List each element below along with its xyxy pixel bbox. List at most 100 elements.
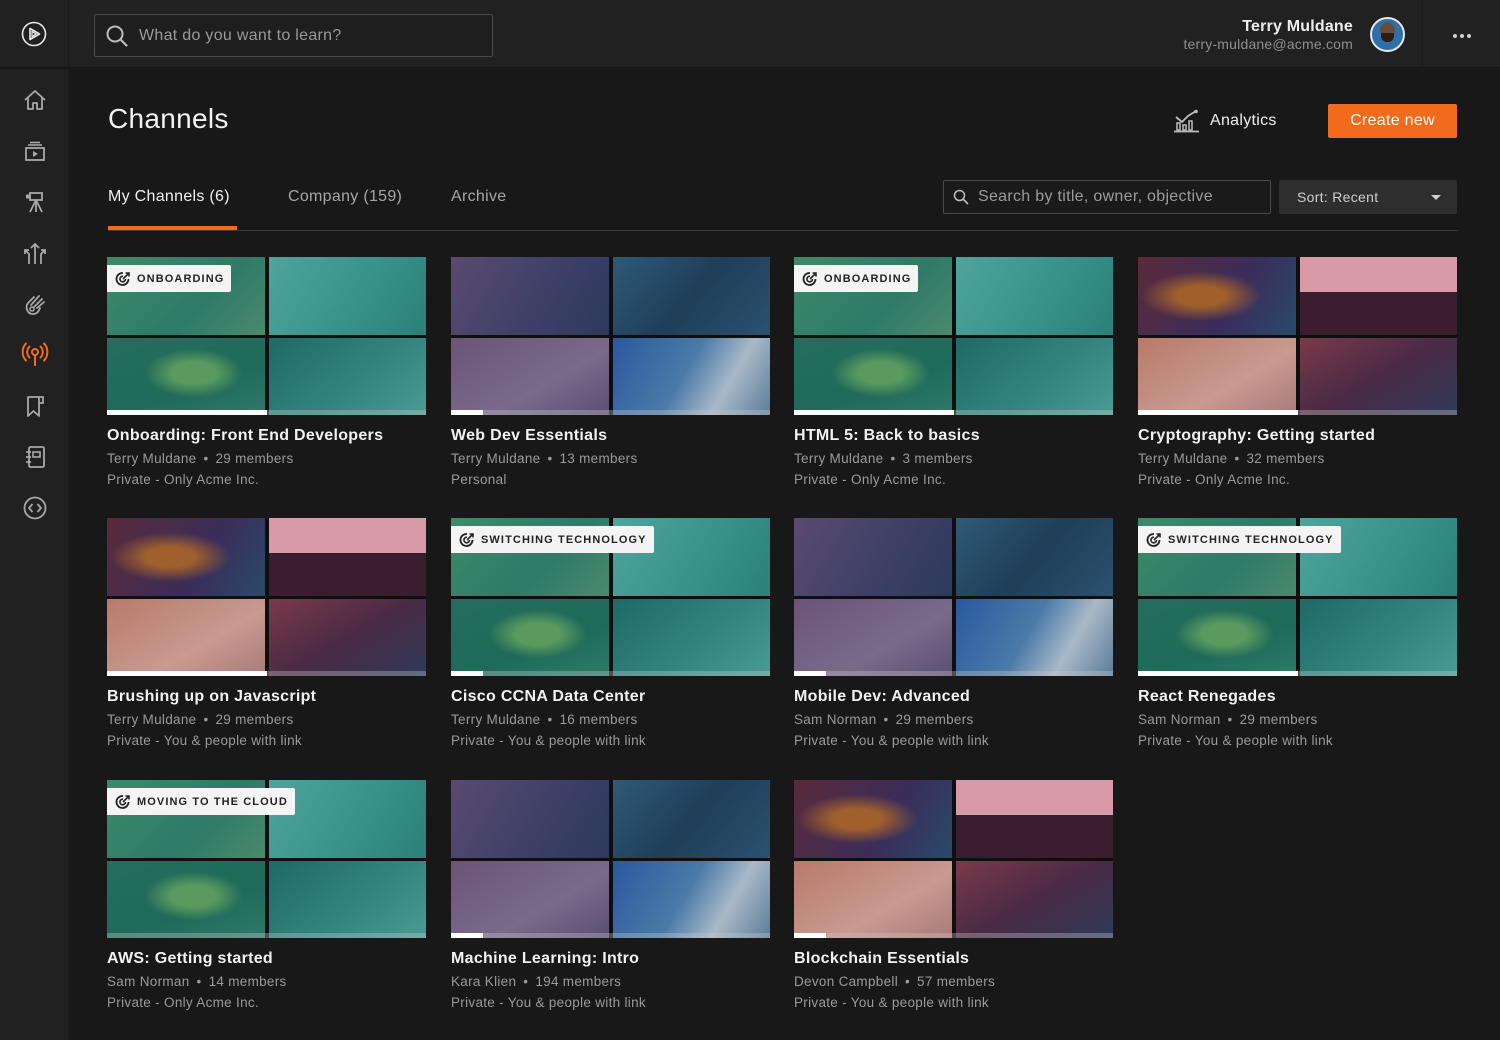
- sidebar-item-notes[interactable]: [0, 437, 69, 477]
- channel-card[interactable]: MOVING TO THE CLOUD AWS: Getting started…: [107, 780, 426, 1020]
- thumbnail-tile: [107, 599, 265, 676]
- user-info[interactable]: Terry Muldane terry-muldane@acme.com: [1183, 17, 1353, 53]
- logo[interactable]: [0, 0, 69, 68]
- global-search[interactable]: [94, 14, 493, 57]
- create-new-button[interactable]: Create new: [1328, 104, 1457, 138]
- channel-owner: Sam Norman: [794, 712, 877, 727]
- sidebar-item-browse[interactable]: [0, 131, 69, 171]
- channel-card[interactable]: Machine Learning: Intro Kara Klien • 194 m…: [451, 780, 770, 1020]
- channel-card[interactable]: Mobile Dev: Advanced Sam Norman • 29 membe…: [794, 518, 1113, 758]
- sidebar-item-bookmarks[interactable]: [0, 386, 69, 426]
- objective-badge: SWITCHING TECHNOLOGY: [451, 526, 654, 553]
- top-bar: Terry Muldane terry-muldane@acme.com: [0, 0, 1500, 68]
- page-title: Channels: [108, 103, 229, 134]
- channel-search-input[interactable]: [978, 188, 1258, 206]
- thumbnail-tile: [794, 518, 952, 596]
- channel-progress-fill: [794, 933, 826, 938]
- channel-owner: Sam Norman: [1138, 712, 1221, 727]
- channel-card[interactable]: Web Dev Essentials Terry Muldane • 13 memb…: [451, 257, 770, 497]
- sidebar-item-home[interactable]: [0, 80, 69, 120]
- channel-privacy: Private - You & people with link: [1138, 733, 1333, 748]
- channel-title[interactable]: Cisco CCNA Data Center: [451, 688, 646, 706]
- channel-thumbnail: SWITCHING TECHNOLOGY: [451, 518, 770, 676]
- channel-card[interactable]: SWITCHING TECHNOLOGY React Renegades Sam…: [1138, 518, 1457, 758]
- channel-progress-bar: [107, 933, 426, 938]
- channel-progress-bar: [794, 410, 1113, 415]
- sidebar-item-skills[interactable]: [0, 284, 69, 324]
- separator-dot: •: [547, 451, 553, 466]
- sidebar-item-channels[interactable]: [0, 335, 69, 375]
- tab-my-channels[interactable]: My Channels (6): [108, 188, 230, 230]
- thumbnail-tile: [269, 599, 426, 676]
- channel-card[interactable]: Brushing up on Javascript Terry Muldane •…: [107, 518, 426, 758]
- channel-members: 57 members: [917, 974, 996, 989]
- more-menu-button[interactable]: [1422, 0, 1500, 68]
- channel-title[interactable]: Machine Learning: Intro: [451, 950, 639, 968]
- channel-meta: Terry Muldane • 3 members: [794, 451, 973, 466]
- separator-dot: •: [203, 712, 209, 727]
- channel-card[interactable]: Blockchain Essentials Devon Campbell • 57 …: [794, 780, 1113, 1020]
- channel-members: 29 members: [215, 451, 294, 466]
- active-tab-indicator: [108, 226, 237, 230]
- channel-title[interactable]: Mobile Dev: Advanced: [794, 688, 970, 706]
- channel-progress-fill: [794, 671, 826, 676]
- channel-meta: Sam Norman • 14 members: [107, 974, 287, 989]
- thumbnail-tile: [794, 599, 952, 676]
- thumbnail-tile: [451, 338, 609, 415]
- code-icon: [23, 496, 46, 520]
- thumbnail-tile: [794, 780, 952, 858]
- channel-privacy: Private - Only Acme Inc.: [1138, 472, 1290, 487]
- tab-archive[interactable]: Archive: [451, 188, 506, 230]
- channel-owner: Terry Muldane: [451, 712, 541, 727]
- notebook-icon: [25, 446, 45, 468]
- separator-dot: •: [905, 974, 911, 989]
- channel-title[interactable]: Web Dev Essentials: [451, 427, 607, 445]
- channel-title[interactable]: Blockchain Essentials: [794, 950, 969, 968]
- channel-privacy: Private - You & people with link: [451, 733, 646, 748]
- sidebar-item-paths[interactable]: [0, 233, 69, 273]
- channel-title[interactable]: HTML 5: Back to basics: [794, 427, 980, 445]
- thumbnail-tile: [269, 338, 426, 415]
- sort-dropdown[interactable]: Sort: Recent: [1279, 180, 1457, 214]
- thumbnail-tile: [613, 257, 770, 335]
- global-search-input[interactable]: [139, 26, 469, 45]
- more-horizontal-icon: [1451, 25, 1472, 43]
- channel-meta: Kara Klien • 194 members: [451, 974, 621, 989]
- channel-members: 14 members: [208, 974, 287, 989]
- channel-search[interactable]: [943, 180, 1271, 214]
- sidebar-item-productions[interactable]: [0, 182, 69, 222]
- thumbnail-tile: [451, 257, 609, 335]
- analytics-button[interactable]: Analytics: [1173, 106, 1277, 136]
- target-arrow-icon: [802, 271, 817, 286]
- tab-company[interactable]: Company (159): [288, 188, 402, 230]
- objective-badge: ONBOARDING: [794, 265, 919, 292]
- channel-card[interactable]: ONBOARDING HTML 5: Back to basics Terry …: [794, 257, 1113, 497]
- search-icon: [106, 25, 128, 47]
- channel-title[interactable]: Brushing up on Javascript: [107, 688, 316, 706]
- sidebar-item-code[interactable]: [0, 488, 69, 528]
- channel-title[interactable]: React Renegades: [1138, 688, 1276, 706]
- channel-privacy: Private - You & people with link: [107, 733, 302, 748]
- channel-progress-bar: [107, 410, 426, 415]
- channel-progress-fill: [107, 410, 267, 415]
- badge-label: SWITCHING TECHNOLOGY: [481, 533, 647, 546]
- avatar[interactable]: [1370, 17, 1405, 52]
- channel-thumbnail: ONBOARDING: [107, 257, 426, 415]
- channel-thumbnail: SWITCHING TECHNOLOGY: [1138, 518, 1457, 676]
- channel-title[interactable]: Cryptography: Getting started: [1138, 427, 1375, 445]
- channel-thumbnail: MOVING TO THE CLOUD: [107, 780, 426, 938]
- channel-title[interactable]: AWS: Getting started: [107, 950, 273, 968]
- badge-label: MOVING TO THE CLOUD: [137, 795, 288, 808]
- separator-dot: •: [883, 712, 889, 727]
- thumbnail-tile: [613, 599, 770, 676]
- badge-label: ONBOARDING: [824, 272, 912, 285]
- search-icon: [953, 189, 969, 205]
- channel-card[interactable]: ONBOARDING Onboarding: Front End Develop…: [107, 257, 426, 497]
- channel-card[interactable]: SWITCHING TECHNOLOGY Cisco CCNA Data Cen…: [451, 518, 770, 758]
- channel-members: 13 members: [559, 451, 638, 466]
- channel-card[interactable]: Cryptography: Getting started Terry Muld…: [1138, 257, 1457, 497]
- channel-title[interactable]: Onboarding: Front End Developers: [107, 427, 383, 445]
- thumbnail-tile: [107, 338, 265, 415]
- channel-members: 16 members: [559, 712, 638, 727]
- thumbnail-tile: [794, 338, 952, 415]
